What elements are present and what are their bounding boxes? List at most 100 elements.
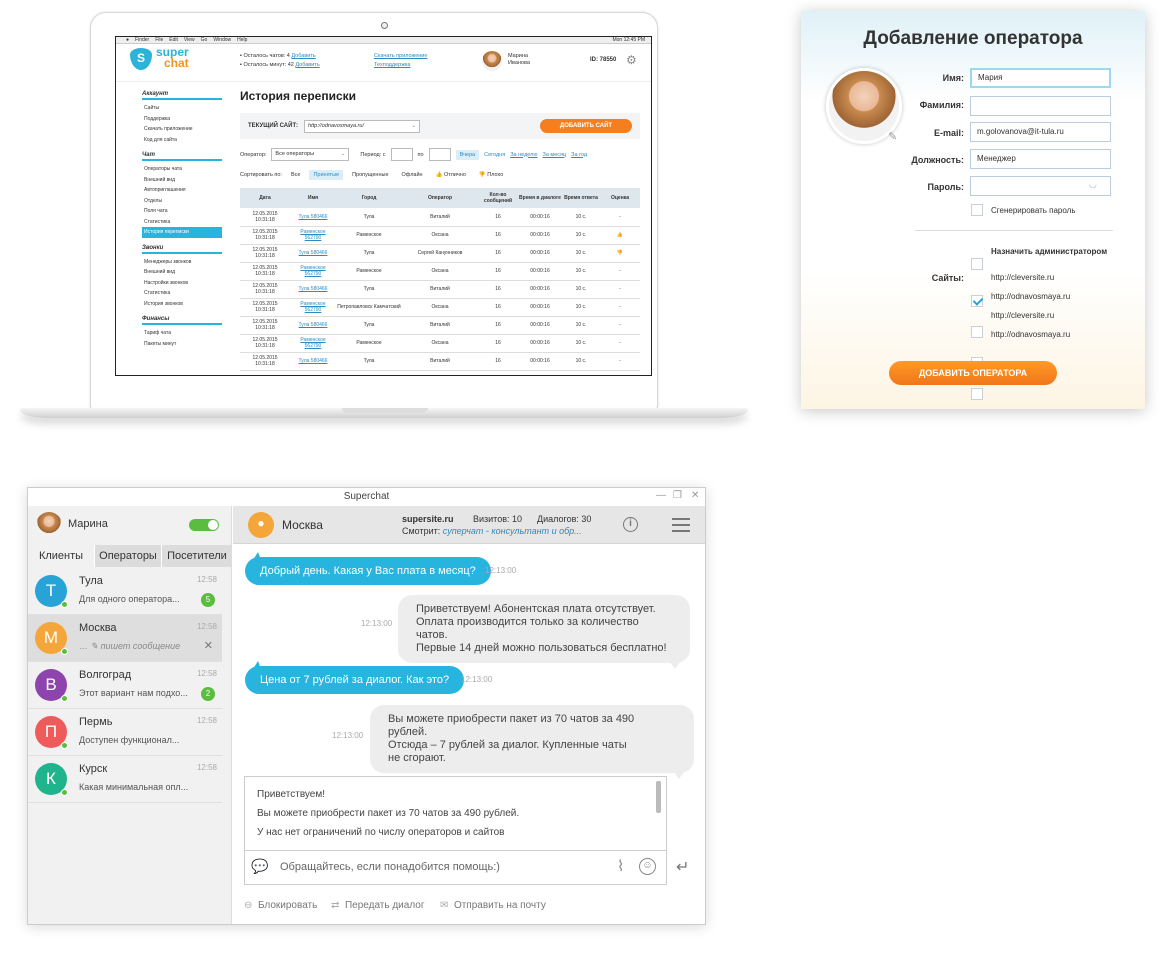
sidebar-item-call-settings[interactable]: Настройки звонков <box>142 278 222 289</box>
eye-closed-icon[interactable]: ◡ <box>1089 179 1097 190</box>
my-avatar[interactable] <box>36 512 62 538</box>
site-checkbox-1[interactable] <box>971 295 983 307</box>
client-item[interactable]: В Волгоград 12:58 Этот вариант нам подхо...… <box>28 662 222 709</box>
sort-all[interactable]: Все <box>287 170 304 180</box>
sidebar-item-autoinvites[interactable]: Автоприглашения <box>142 185 222 196</box>
table-row[interactable]: 12.05.2015 10:31:18 Раменское 562790 Раменск… <box>240 334 640 353</box>
transfer-action[interactable]: ⇄ Передать диалог <box>331 900 425 911</box>
table-row[interactable]: 12.05.2015 10:31:18 Тула 580466 Тула Виталий… <box>240 208 640 227</box>
col-name[interactable]: Имя <box>290 188 336 208</box>
menu-window[interactable]: Window <box>213 37 231 43</box>
col-dialog-time[interactable]: Время в диалоге <box>518 188 562 208</box>
period-from-select[interactable] <box>390 148 413 161</box>
sort-offline[interactable]: Офлайн <box>398 170 427 180</box>
sidebar-item-site-code[interactable]: Код для сайта <box>142 135 222 146</box>
sidebar-item-operators[interactable]: Операторы чата <box>142 164 222 175</box>
quick-reply-3[interactable]: У нас нет ограничений по числу операторо… <box>257 827 666 838</box>
period-year[interactable]: За год <box>571 152 587 158</box>
client-item[interactable]: П Пермь 12:58 Доступен функционал... <box>28 709 222 756</box>
operator-filter-select[interactable]: Все операторы ⌄ <box>271 148 350 161</box>
sidebar-item-chat-fields[interactable]: Поля чата <box>142 206 222 217</box>
table-row[interactable]: 12.05.2015 10:31:18 Раменское 562790 Раменск… <box>240 262 640 281</box>
cell-name-link[interactable]: Тула 580466 <box>290 250 336 256</box>
period-today[interactable]: Сегодня <box>484 152 505 158</box>
sort-missed[interactable]: Пропущенные <box>348 170 392 180</box>
quick-reply-1[interactable]: Приветствуем! <box>257 789 666 800</box>
email-action[interactable]: ✉ Отправить на почту <box>440 900 546 911</box>
menu-go[interactable]: Go <box>201 37 208 43</box>
table-row[interactable]: 12.05.2015 10:31:18 Тула 580466 Тула Виталий… <box>240 316 640 335</box>
cell-name-link[interactable]: Тула 580466 <box>290 214 336 220</box>
site-checkbox-4[interactable] <box>971 388 983 400</box>
last-name-input[interactable] <box>970 96 1111 116</box>
client-item[interactable]: К Курск 12:58 Какая минимальная опл... <box>28 756 222 803</box>
attach-paperclip-icon[interactable]: ⌇ <box>617 857 624 875</box>
menu-file[interactable]: File <box>155 37 163 43</box>
user-avatar[interactable] <box>482 51 502 71</box>
sidebar-item-chat-tariff[interactable]: Тариф чата <box>142 328 222 339</box>
sidebar-item-call-stats[interactable]: Статистика <box>142 288 222 299</box>
period-to-select[interactable] <box>428 148 451 161</box>
quick-reply-2[interactable]: Вы можете приобрести пакет из 70 чатов з… <box>257 808 666 819</box>
support-link[interactable]: Техподдержка <box>374 61 427 70</box>
cell-name-link[interactable]: Тула 580466 <box>290 322 336 328</box>
sidebar-item-minute-packs[interactable]: Пакеты минут <box>142 339 222 350</box>
table-row[interactable]: 12.05.2015 10:31:18 Раменское 562790 Раменск… <box>240 226 640 245</box>
period-yesterday[interactable]: Вчера <box>455 149 480 160</box>
download-app-link[interactable]: Скачать приложение <box>374 52 427 61</box>
sidebar-item-sites[interactable]: Сайты <box>142 103 222 114</box>
cell-name-link[interactable]: Раменское 562790 <box>290 337 336 349</box>
menu-view[interactable]: View <box>184 37 195 43</box>
add-site-button[interactable]: ДОБАВИТЬ САЙТ <box>540 119 632 133</box>
cell-name-link[interactable]: Тула 580466 <box>290 358 336 364</box>
position-input[interactable]: Менеджер <box>970 149 1111 169</box>
period-week[interactable]: За неделю <box>510 152 537 158</box>
sidebar-item-history[interactable]: История переписки <box>142 227 222 238</box>
sidebar-item-call-history[interactable]: История звонков <box>142 299 222 310</box>
cell-name-link[interactable]: Раменское 562790 <box>290 229 336 241</box>
logo-text[interactable]: super chat <box>156 46 189 69</box>
menu-help[interactable]: Help <box>237 37 247 43</box>
quick-replies-scrollbar[interactable] <box>656 781 661 813</box>
sidebar-item-download[interactable]: Скачать приложение <box>142 124 222 135</box>
menu-hamburger-icon[interactable] <box>672 518 690 532</box>
close-window-icon[interactable]: ✕ <box>691 490 699 501</box>
tab-visitors[interactable]: Посетители <box>162 545 232 567</box>
col-date[interactable]: Дата <box>240 188 290 208</box>
sort-accepted[interactable]: Принятые <box>309 170 344 180</box>
maximize-icon[interactable]: ❐ <box>673 490 682 501</box>
send-enter-icon[interactable]: ↵ <box>676 857 689 877</box>
info-icon[interactable]: i <box>623 517 638 532</box>
col-rating[interactable]: Оценка <box>600 188 640 208</box>
current-site-select[interactable]: http://odnavosmaya.ru/ ⌄ <box>304 119 421 133</box>
col-operator[interactable]: Оператор <box>402 188 478 208</box>
table-row[interactable]: 12.05.2015 10:31:18 Тула 580466 Тула Виталий… <box>240 352 640 371</box>
client-item[interactable]: М Москва 12:58… ✎ пишет сообщение ✕ <box>28 615 222 662</box>
sidebar-item-support[interactable]: Поддержка <box>142 114 222 125</box>
first-name-input[interactable]: Мария <box>970 68 1111 88</box>
period-month[interactable]: За месяц <box>543 152 567 158</box>
col-response-time[interactable]: Время ответа <box>562 188 600 208</box>
generate-password-checkbox[interactable] <box>971 204 983 216</box>
client-item[interactable]: Т Тула 12:58 Для одного оператора... 5 <box>28 568 222 615</box>
site-checkbox-2[interactable] <box>971 326 983 338</box>
sort-excellent[interactable]: 👍 Отлично <box>432 170 470 180</box>
table-row[interactable]: 12.05.2015 10:31:18 Тула 580466 Тула Сергей … <box>240 244 640 263</box>
tab-clients[interactable]: Клиенты <box>28 545 95 567</box>
menu-edit[interactable]: Edit <box>169 37 178 43</box>
minimize-icon[interactable]: — <box>656 490 666 501</box>
close-chat-icon[interactable]: ✕ <box>204 639 213 652</box>
sidebar-item-departments[interactable]: Отделы <box>142 196 222 207</box>
sidebar-item-appearance[interactable]: Внешний вид <box>142 175 222 186</box>
sidebar-item-statistics[interactable]: Статистика <box>142 217 222 228</box>
col-messages[interactable]: Кол-во сообщений <box>478 188 518 208</box>
sort-bad[interactable]: 👎 Плохо <box>475 170 507 180</box>
make-admin-checkbox[interactable] <box>971 258 983 270</box>
add-operator-button[interactable]: ДОБАВИТЬ ОПЕРАТОРА <box>889 361 1057 385</box>
email-input[interactable]: m.golovanova@it-tula.ru <box>970 122 1111 142</box>
tab-operators[interactable]: Операторы <box>95 545 162 567</box>
buy-chats-link[interactable]: Добавить <box>291 53 315 59</box>
cell-name-link[interactable]: Тула 580466 <box>290 286 336 292</box>
emoji-smile-icon[interactable]: ☺ <box>639 858 656 875</box>
buy-minutes-link[interactable]: Добавить <box>295 62 319 68</box>
